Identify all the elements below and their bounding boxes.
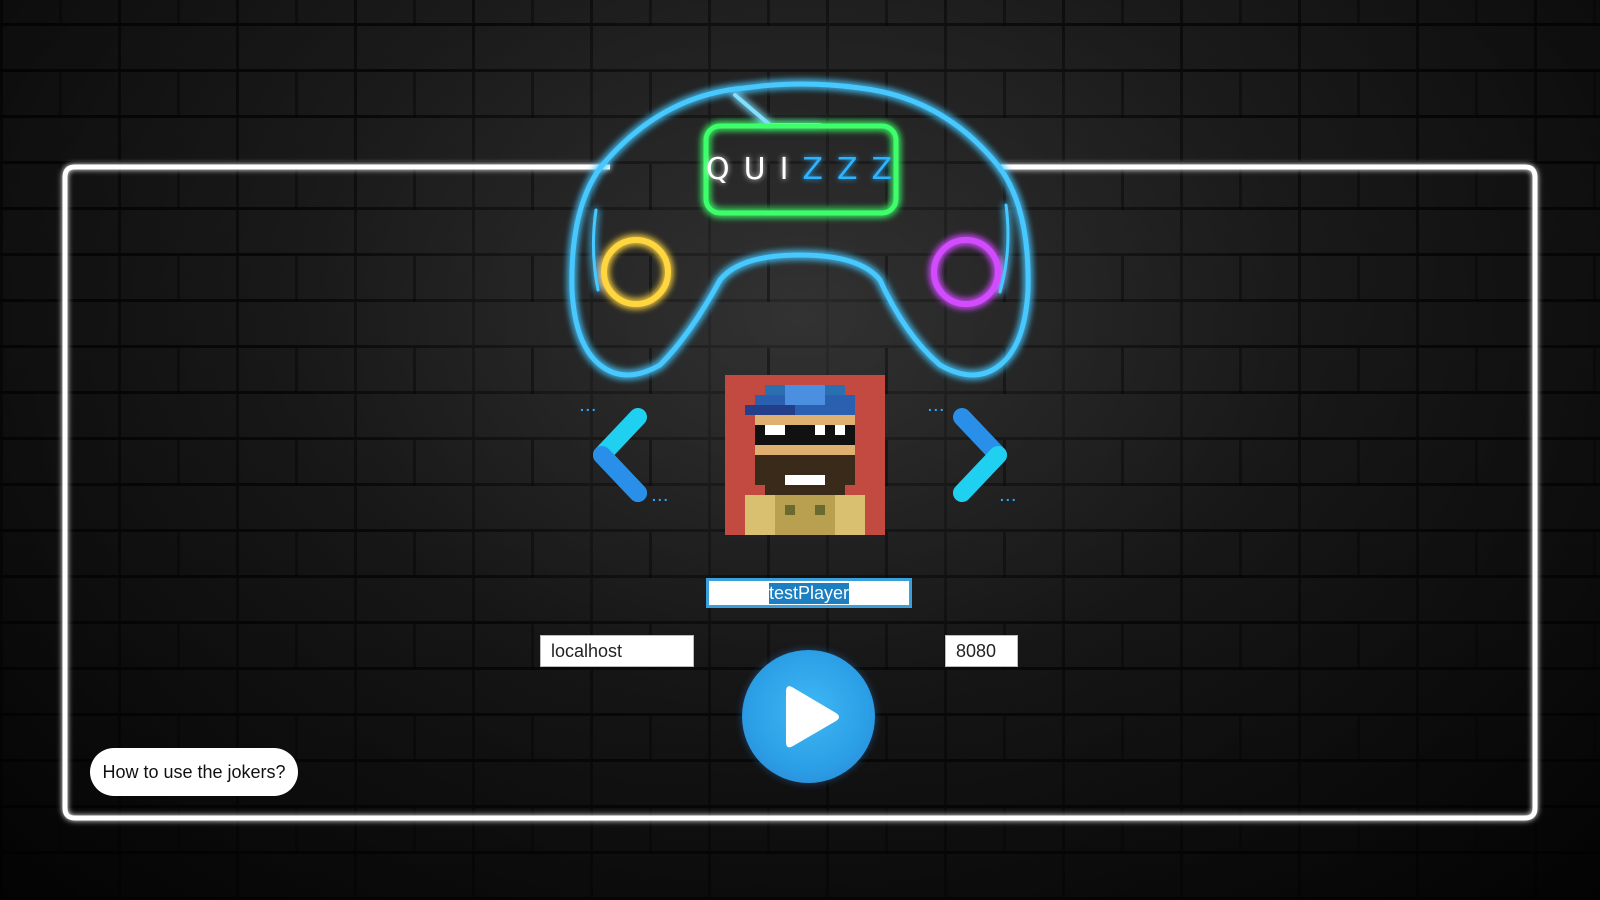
logo-title-white: QUI [706, 152, 803, 187]
right-ring-cable [998, 203, 1010, 294]
server-host-input[interactable] [540, 635, 694, 667]
logo-title: QUIZZZ [706, 152, 892, 192]
play-button[interactable] [742, 650, 875, 783]
jokers-help-button[interactable]: How to use the jokers? [90, 748, 298, 796]
pixel-character-avatar [725, 375, 885, 535]
next-dots-bottom: ... [1000, 488, 1018, 504]
chevron-left-icon [593, 408, 647, 502]
play-icon [786, 686, 839, 748]
controller-logo [569, 81, 1031, 378]
prev-dots-bottom: ... [652, 488, 670, 504]
player-avatar [725, 375, 885, 535]
left-ring-cable [591, 208, 600, 292]
controller-inner-line [733, 93, 822, 127]
left-ring [601, 237, 671, 307]
player-name-input[interactable] [706, 578, 912, 608]
game-screen: QUIZZZ ... ... ... ... testPlayer localh… [0, 0, 1600, 900]
prev-avatar-button[interactable] [590, 405, 660, 505]
right-ring [931, 237, 1001, 307]
server-port-input[interactable] [945, 635, 1018, 667]
logo-title-blue: ZZZ [802, 152, 907, 187]
